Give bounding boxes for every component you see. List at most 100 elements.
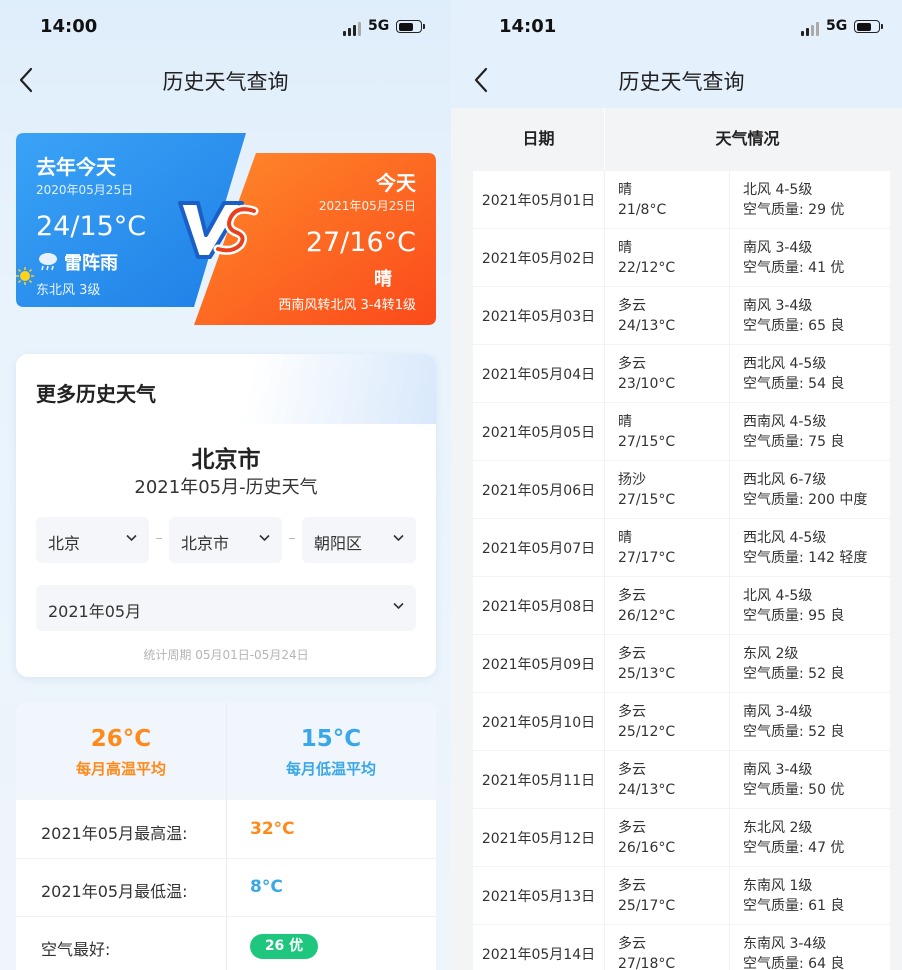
- chevron-down-icon: [259, 534, 270, 542]
- district-select[interactable]: 朝阳区: [302, 517, 416, 563]
- last-year-wind: 东北风 3级: [36, 283, 101, 298]
- row-date: 2021年05月09日: [481, 657, 596, 673]
- status-bar: 14:00 5G: [0, 0, 451, 54]
- row-wind-aqi: 南风 3-4级 空气质量: 41 优: [743, 240, 845, 276]
- row-wind-aqi: 西北风 4-5级 空气质量: 54 良: [743, 356, 845, 392]
- row-date: 2021年05月13日: [481, 889, 596, 905]
- page-title: 历史天气查询: [618, 70, 745, 94]
- vs-logo-icon: [178, 201, 259, 259]
- today-wind: 西南风转北风 3-4转1级: [278, 298, 416, 313]
- city-select[interactable]: 北京市: [169, 517, 282, 563]
- row-wind-aqi: 西南风 4-5级 空气质量: 75 良: [743, 414, 845, 450]
- nav-bar: 历史天气查询: [451, 54, 902, 108]
- row-weather: 多云 23/10°C: [618, 356, 676, 392]
- row-weather: 晴 21/8°C: [618, 182, 667, 218]
- today-temp: 27/16°C: [305, 227, 416, 258]
- row-date: 2021年05月02日: [481, 251, 596, 267]
- row-wind-aqi: 北风 4-5级 空气质量: 95 良: [743, 588, 845, 624]
- row-date: 2021年05月07日: [481, 541, 596, 557]
- network-label: 5G: [368, 18, 390, 34]
- row-date: 2021年05月03日: [481, 309, 596, 325]
- table-row[interactable]: 2021年05月05日 晴 27/15°C 西南风 4-5级 空气质量: 75 良: [473, 403, 890, 460]
- row-date: 2021年05月06日: [481, 483, 596, 499]
- row-weather: 多云 24/13°C: [618, 762, 676, 798]
- province-select[interactable]: 北京: [36, 517, 149, 563]
- table-row[interactable]: 2021年05月07日 晴 27/17°C 西北风 4-5级 空气质量: 142 轻度: [473, 519, 890, 576]
- max-temp-value: 32°C: [250, 819, 295, 839]
- header-weather: 天气情况: [605, 108, 890, 170]
- last-year-weather: 雷阵雨: [64, 253, 118, 274]
- last-year-temp: 24/15°C: [36, 211, 147, 242]
- table-row[interactable]: 2021年05月10日 多云 25/12°C 南风 3-4级 空气质量: 52 良: [473, 693, 890, 750]
- row-weather: 多云 24/13°C: [618, 298, 676, 334]
- today-weather: 晴: [374, 269, 392, 290]
- min-temp-label: 2021年05月最低温:: [41, 882, 188, 901]
- month-select-value: 2021年05月: [48, 602, 142, 621]
- page-title: 历史天气查询: [162, 70, 289, 94]
- row-weather: 多云 26/12°C: [618, 588, 676, 624]
- row-weather: 多云 27/18°C: [618, 936, 676, 970]
- best-air-badge: 26 优: [250, 934, 318, 959]
- last-year-date: 2020年05月25日: [36, 183, 134, 197]
- row-wind-aqi: 东风 2级 空气质量: 52 良: [743, 646, 845, 682]
- table-row[interactable]: 2021年05月13日 多云 25/17°C 东南风 1级 空气质量: 61 良: [473, 867, 890, 924]
- row-weather: 晴 27/15°C: [618, 414, 676, 450]
- row-wind-aqi: 西北风 4-5级 空气质量: 142 轻度: [743, 530, 868, 566]
- chevron-down-icon: [126, 534, 137, 542]
- average-card: 26°C 每月高温平均 15°C 每月低温平均 2021年05月最高温: 32°…: [16, 702, 436, 970]
- row-wind-aqi: 西北风 6-7级 空气质量: 200 中度: [743, 472, 868, 508]
- row-date: 2021年05月14日: [481, 947, 596, 963]
- table-row[interactable]: 2021年05月03日 多云 24/13°C 南风 3-4级 空气质量: 65 良: [473, 287, 890, 344]
- row-wind-aqi: 东北风 2级 空气质量: 47 优: [743, 820, 845, 856]
- row-wind-aqi: 南风 3-4级 空气质量: 52 良: [743, 704, 845, 740]
- thunder-rain-icon: [39, 253, 57, 271]
- sun-icon: [16, 267, 34, 285]
- chevron-down-icon: [393, 602, 404, 610]
- right-screen: 14:01 5G 历史天气查询 日期 天气情况 2021年05月01日 晴 21/8…: [451, 0, 902, 970]
- table-row[interactable]: 2021年05月12日 多云 26/16°C 东北风 2级 空气质量: 47 优: [473, 809, 890, 866]
- select-separator: [156, 538, 162, 539]
- row-wind-aqi: 东南风 3-4级 空气质量: 64 良: [743, 936, 845, 970]
- nav-bar: 历史天气查询: [0, 54, 451, 108]
- avg-high-value: 26°C: [90, 726, 152, 752]
- status-bar: 14:01 5G: [451, 0, 902, 54]
- last-year-label: 去年今天: [36, 155, 116, 179]
- table-row[interactable]: 2021年05月01日 晴 21/8°C 北风 4-5级 空气质量: 29 优: [473, 171, 890, 228]
- column-divider: [729, 171, 730, 970]
- compare-card[interactable]: 去年今天 2020年05月25日 24/15°C 雷阵雨 东北风 3级 今天 2…: [16, 133, 436, 325]
- today-label: 今天: [376, 171, 416, 195]
- avg-high-label: 每月高温平均: [75, 760, 166, 778]
- max-temp-label: 2021年05月最高温:: [41, 824, 188, 843]
- table-row[interactable]: 2021年05月06日 扬沙 27/15°C 西北风 6-7级 空气质量: 200 中度: [473, 461, 890, 518]
- status-time: 14:01: [499, 16, 557, 37]
- row-weather: 扬沙 27/15°C: [618, 472, 676, 508]
- month-select[interactable]: 2021年05月: [36, 585, 416, 631]
- row-date: 2021年05月10日: [481, 715, 596, 731]
- table-row[interactable]: 2021年05月08日 多云 26/12°C 北风 4-5级 空气质量: 95 良: [473, 577, 890, 634]
- row-date: 2021年05月04日: [481, 367, 596, 383]
- table-row[interactable]: 2021年05月02日 晴 22/12°C 南风 3-4级 空气质量: 41 优: [473, 229, 890, 286]
- table-row[interactable]: 2021年05月04日 多云 23/10°C 西北风 4-5级 空气质量: 54 良: [473, 345, 890, 402]
- stat-period: 统计周期 05月01日-05月24日: [143, 648, 309, 662]
- table-row[interactable]: 2021年05月11日 多云 24/13°C 南风 3-4级 空气质量: 50 优: [473, 751, 890, 808]
- row-weather: 多云 25/13°C: [618, 646, 676, 682]
- signal-icon: [343, 22, 361, 36]
- row-wind-aqi: 南风 3-4级 空气质量: 50 优: [743, 762, 845, 798]
- month-history-title: 2021年05月-历史天气: [134, 477, 318, 498]
- row-date: 2021年05月01日: [481, 193, 596, 209]
- row-date: 2021年05月12日: [481, 831, 596, 847]
- best-air-label: 空气最好:: [41, 940, 111, 959]
- row-weather: 多云 25/12°C: [618, 704, 676, 740]
- table-row[interactable]: 2021年05月14日 多云 27/18°C 东南风 3-4级 空气质量: 64 良: [473, 925, 890, 970]
- row-date: 2021年05月11日: [481, 773, 596, 789]
- avg-low-label: 每月低温平均: [285, 760, 376, 778]
- chevron-down-icon: [393, 534, 404, 542]
- more-history-title: 更多历史天气: [36, 382, 156, 406]
- city-select-value: 北京市: [181, 534, 230, 553]
- row-weather: 多云 26/16°C: [618, 820, 676, 856]
- table-row[interactable]: 2021年05月09日 多云 25/13°C 东风 2级 空气质量: 52 良: [473, 635, 890, 692]
- battery-icon: [396, 20, 425, 33]
- row-weather: 晴 27/17°C: [618, 530, 676, 566]
- min-temp-value: 8°C: [250, 877, 283, 897]
- more-history-card: 更多历史天气 北京市 2021年05月-历史天气 北京 北京市 朝阳区 2021…: [16, 354, 436, 677]
